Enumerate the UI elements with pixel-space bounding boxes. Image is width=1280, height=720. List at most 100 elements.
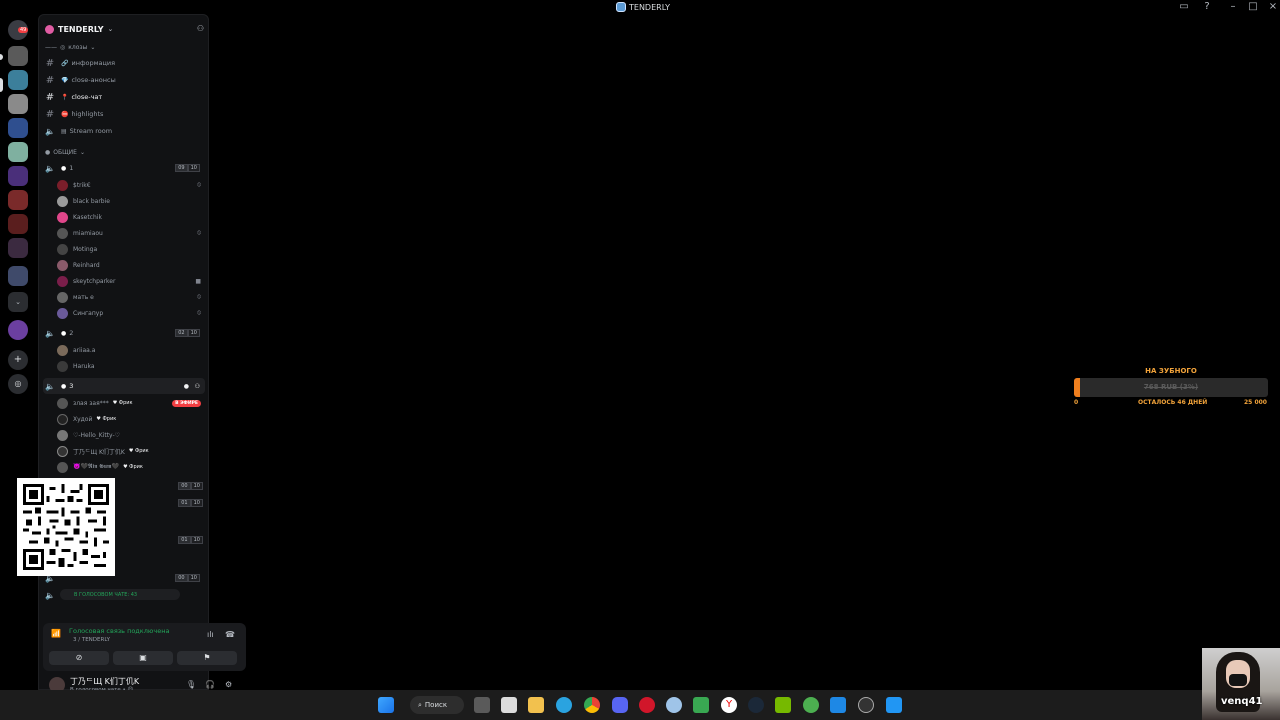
nvidia-icon[interactable] bbox=[775, 697, 791, 713]
notepad-icon[interactable] bbox=[886, 697, 902, 713]
avatar bbox=[57, 243, 68, 255]
muted-icon: ⦸ bbox=[197, 293, 201, 300]
voice-user[interactable]: 丁乃ᄃЩ K们丁仉K ♥ Фрик bbox=[57, 444, 205, 458]
utorrent-icon[interactable] bbox=[803, 697, 819, 713]
voice-user[interactable]: Сингапур ⦸ bbox=[57, 306, 205, 320]
gear-icon[interactable]: ⚙ bbox=[225, 680, 232, 689]
invite-user-icon[interactable]: ⚇ bbox=[197, 24, 204, 33]
start-icon[interactable] bbox=[378, 697, 394, 713]
server-icon[interactable] bbox=[8, 70, 28, 90]
telegram-icon[interactable] bbox=[556, 697, 572, 713]
muted-icon: ⦸ bbox=[197, 229, 201, 236]
inbox-icon[interactable]: ▭ bbox=[1177, 1, 1191, 12]
server-icon[interactable] bbox=[8, 238, 28, 258]
taskbar-search[interactable]: ⌕ Поиск bbox=[410, 696, 464, 714]
server-icon[interactable] bbox=[8, 190, 28, 210]
mentions-badge: 49 bbox=[18, 27, 29, 33]
voice-user[interactable]: skeytchparker ■ bbox=[57, 274, 205, 288]
yandex-icon[interactable]: Y bbox=[721, 697, 737, 713]
obs-icon[interactable] bbox=[858, 697, 874, 713]
avatar bbox=[57, 307, 68, 319]
channel-stream-room[interactable]: 🔈 ▤ Stream room bbox=[43, 123, 205, 139]
user-limit-counter: 00 10 bbox=[178, 482, 203, 490]
server-icon[interactable] bbox=[8, 266, 28, 286]
webcam-overlay bbox=[1202, 648, 1280, 720]
username[interactable]: 丁乃ᄃЩ K们丁仉K bbox=[70, 676, 139, 687]
server-icon[interactable] bbox=[8, 166, 28, 186]
avatar bbox=[57, 211, 68, 223]
voice-user[interactable]: miamiaou ⦸ bbox=[57, 226, 205, 240]
donation-max: 25 000 bbox=[1244, 399, 1267, 406]
voice-chat-chip[interactable]: В ГОЛОСОВОМ ЧАТЕ: 43 bbox=[60, 589, 180, 600]
server-icon[interactable] bbox=[8, 46, 28, 66]
server-icon[interactable] bbox=[8, 94, 28, 114]
server-icon[interactable] bbox=[8, 142, 28, 162]
pin-icon: 📍 bbox=[61, 93, 69, 101]
voice-user[interactable]: злая зая*** ♥ Фрик В ЭФИРЕ bbox=[57, 396, 205, 410]
channel-highlights[interactable]: # ⛔ highlights bbox=[43, 106, 205, 122]
discover-icon[interactable]: ◎ bbox=[8, 374, 28, 394]
avatar bbox=[57, 275, 68, 287]
qr-code-image bbox=[23, 484, 109, 570]
user-limit-counter: 09 10 bbox=[175, 164, 200, 172]
channel-info[interactable]: # 🔗 информация bbox=[43, 55, 205, 71]
server-icon[interactable] bbox=[8, 214, 28, 234]
minimize-button[interactable]: – bbox=[1226, 1, 1240, 12]
voice-channel-1[interactable]: 🔈 ● 1 09 10 bbox=[43, 160, 205, 176]
server-icon[interactable] bbox=[8, 320, 28, 340]
user-limit-counter: 01 10 bbox=[178, 499, 203, 507]
microphone-icon[interactable]: 🎙 bbox=[186, 680, 196, 689]
channel-close-chat[interactable]: # 📍 close-чат bbox=[43, 89, 205, 105]
signal-icon[interactable]: 📶 bbox=[51, 629, 61, 638]
server-icon[interactable] bbox=[8, 118, 28, 138]
chevron-down-icon: ⌄ bbox=[79, 149, 85, 156]
chat-bubble-icon[interactable]: ● bbox=[184, 383, 189, 390]
avatar bbox=[57, 227, 68, 239]
camera-off-button[interactable]: ⊘ bbox=[49, 651, 109, 665]
voice-user[interactable]: ariiaa.a bbox=[57, 343, 205, 357]
server-rail: 49 ⌄ + ◎ bbox=[0, 14, 36, 690]
voice-user[interactable]: Худой ♥ Фрик bbox=[57, 412, 205, 426]
voice-user[interactable]: мать е ⦸ bbox=[57, 290, 205, 304]
voice-channel-2[interactable]: 🔈 ● 2 02 10 bbox=[43, 325, 205, 341]
avatar bbox=[57, 397, 68, 409]
discord-icon[interactable] bbox=[612, 697, 628, 713]
task-view-icon[interactable] bbox=[474, 697, 490, 713]
activities-button[interactable]: ⚑ bbox=[177, 651, 237, 665]
voice-user[interactable]: Reinhard bbox=[57, 258, 205, 272]
opera-icon[interactable] bbox=[639, 697, 655, 713]
steam-icon[interactable] bbox=[748, 697, 764, 713]
store-icon[interactable] bbox=[501, 697, 517, 713]
media-player-icon[interactable] bbox=[830, 697, 846, 713]
invite-user-icon[interactable]: ⚇ bbox=[195, 383, 200, 390]
channel-close-announcements[interactable]: # 💎 close-анонсы bbox=[43, 72, 205, 88]
voice-user[interactable]: Motinga bbox=[57, 242, 205, 256]
noise-suppression-icon[interactable]: ılı bbox=[207, 630, 214, 639]
voice-channel-3[interactable]: 🔈 ● 3 ● ⚇ bbox=[43, 378, 205, 394]
category-common[interactable]: ● ОБЩИЕ ⌄ bbox=[45, 149, 85, 156]
app-icon[interactable] bbox=[693, 697, 709, 713]
headphones-icon[interactable]: 🎧 bbox=[205, 680, 215, 689]
screen-share-button[interactable]: ▣ bbox=[113, 651, 173, 665]
add-server-icon[interactable]: + bbox=[8, 350, 28, 370]
speaker-icon: 🔈 bbox=[45, 590, 55, 600]
server-indicator-active bbox=[0, 78, 3, 92]
expand-folder-icon[interactable]: ⌄ bbox=[8, 292, 28, 312]
disconnect-icon[interactable]: ☎ bbox=[225, 630, 235, 639]
help-icon[interactable]: ? bbox=[1200, 1, 1214, 12]
voice-user[interactable]: $trik€ ⦸ bbox=[57, 178, 205, 192]
voice-user[interactable]: Kasetchik bbox=[57, 210, 205, 224]
browser-icon[interactable] bbox=[666, 697, 682, 713]
folder-icon[interactable] bbox=[528, 697, 544, 713]
voice-user[interactable]: ♡-Hello_Kitty-♡ bbox=[57, 428, 205, 442]
maximize-button[interactable]: □ bbox=[1246, 1, 1260, 12]
close-button[interactable]: × bbox=[1266, 1, 1280, 12]
voice-location[interactable]: 3 / TENDERLY bbox=[73, 637, 110, 643]
voice-user[interactable]: Haruka bbox=[57, 359, 205, 373]
server-header[interactable]: TENDERLY ⌄ ⚇ bbox=[39, 15, 210, 43]
category-closed[interactable]: —— ◎ клозы ⌄ bbox=[45, 44, 95, 51]
role-tag: ♥ Фрик bbox=[112, 400, 133, 406]
chrome-icon[interactable] bbox=[584, 697, 600, 713]
voice-user[interactable]: 👿‍🖤𝕽𝖎𝖓 𝕲𝖚𝖒🖤 ♥ Фрик bbox=[57, 460, 205, 474]
voice-user[interactable]: black barbie bbox=[57, 194, 205, 208]
